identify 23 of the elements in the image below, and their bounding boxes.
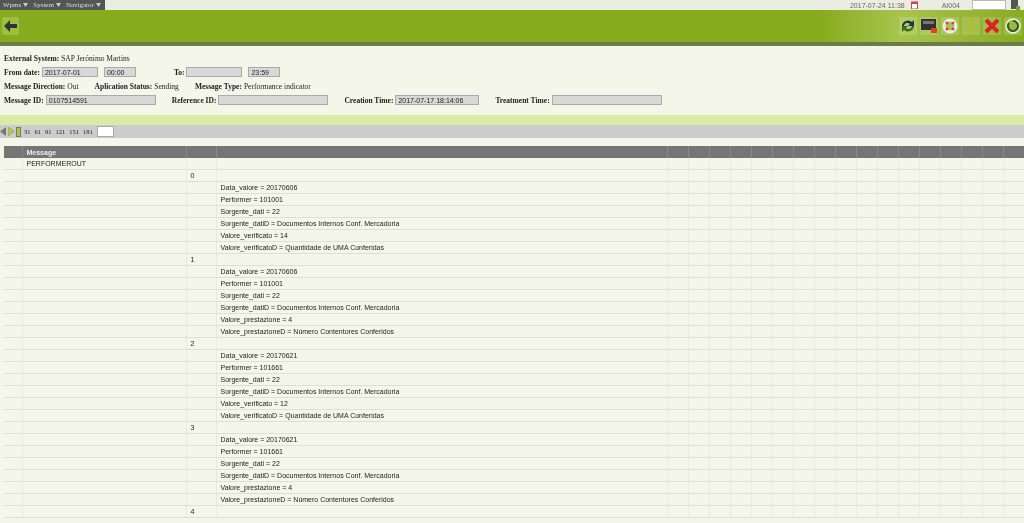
input-field[interactable] (551, 95, 662, 105)
toolbar-button[interactable] (920, 17, 938, 35)
current-page-marker (16, 126, 21, 137)
close-icon (983, 17, 1001, 35)
info-icon (969, 18, 973, 34)
monitor-icon (920, 17, 938, 35)
next-icon (8, 127, 14, 136)
calendar-icon (910, 1, 918, 9)
toolbar-button[interactable] (899, 17, 917, 35)
lifebuoy-icon (941, 17, 959, 35)
refresh-icon (899, 17, 917, 35)
input-field[interactable] (186, 67, 243, 77)
input-field[interactable] (218, 95, 329, 105)
caret-icon (55, 3, 61, 7)
back-button[interactable] (2, 17, 19, 35)
caret-icon (23, 3, 29, 7)
power-icon (1004, 17, 1022, 35)
arrow-left-icon (4, 20, 17, 32)
page-input[interactable] (96, 126, 114, 137)
input-field[interactable] (972, 0, 1006, 10)
previous-icon (0, 127, 6, 136)
caret-icon (95, 3, 101, 7)
server-icon (1010, 0, 1020, 10)
